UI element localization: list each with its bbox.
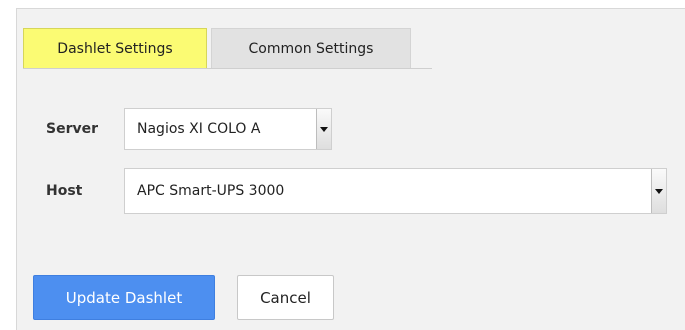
host-select[interactable]: APC Smart-UPS 3000 bbox=[124, 168, 667, 214]
update-dashlet-button[interactable]: Update Dashlet bbox=[33, 275, 215, 320]
host-select-value: APC Smart-UPS 3000 bbox=[137, 183, 285, 199]
cancel-button[interactable]: Cancel bbox=[237, 275, 334, 320]
settings-tabs: Dashlet Settings Common Settings bbox=[23, 28, 411, 68]
server-dropdown-arrow[interactable] bbox=[316, 109, 331, 149]
server-select[interactable]: Nagios XI COLO A bbox=[124, 108, 332, 150]
server-label: Server bbox=[46, 121, 99, 137]
tab-dashlet-settings-label: Dashlet Settings bbox=[57, 40, 173, 57]
tab-underline bbox=[23, 68, 432, 69]
host-label: Host bbox=[46, 183, 83, 199]
tab-common-settings[interactable]: Common Settings bbox=[211, 28, 411, 68]
tab-dashlet-settings[interactable]: Dashlet Settings bbox=[23, 28, 207, 68]
server-select-value: Nagios XI COLO A bbox=[137, 121, 261, 137]
chevron-down-icon bbox=[655, 188, 663, 194]
host-dropdown-arrow[interactable] bbox=[651, 169, 666, 213]
tab-common-settings-label: Common Settings bbox=[248, 40, 374, 57]
chevron-down-icon bbox=[320, 126, 328, 132]
